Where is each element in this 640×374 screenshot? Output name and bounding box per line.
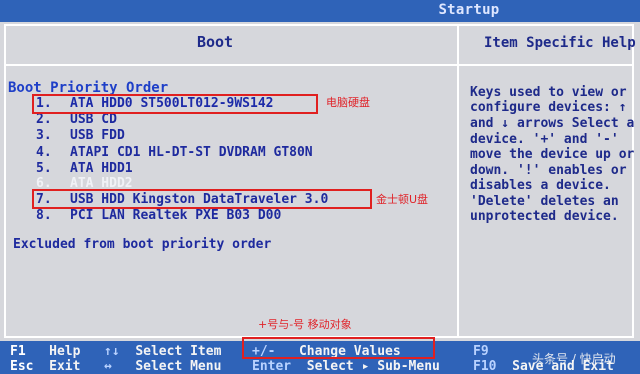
f9-key: F9: [473, 344, 489, 359]
boot-item-label: PCI LAN Realtek PXE B03 D00: [70, 208, 282, 223]
boot-item-number: 5.: [36, 161, 52, 176]
f10-key: F10: [473, 359, 497, 374]
boot-item-label: ATAPI CD1 HL-DT-ST DVDRAM GT80N: [70, 145, 313, 160]
f1-key: F1: [10, 344, 26, 359]
boot-item-number: 8.: [36, 208, 52, 223]
keys-annotation: +号与-号 移动对象: [258, 318, 352, 331]
esc-label: Exit: [49, 359, 81, 374]
esc-exit-hint[interactable]: Esc Exit: [10, 359, 80, 374]
boot-item-4[interactable]: 4. ATAPI CD1 HL-DT-ST DVDRAM GT80N: [36, 145, 313, 160]
help-line: 'Delete' deletes an: [470, 194, 619, 209]
help-line: device. '+' and '-': [470, 132, 619, 147]
boot-item-label: USB FDD: [70, 128, 125, 143]
boot-item-5[interactable]: 5. ATA HDD1: [36, 161, 133, 176]
watermark: 头条号 / 快启动: [532, 352, 616, 366]
hdd-annotation: 电脑硬盘: [326, 96, 370, 109]
help-line: configure devices: ↑: [470, 100, 627, 115]
left-right-arrows-icon: ↔: [104, 359, 112, 374]
column-divider: [457, 26, 459, 337]
usb-annotation: 金士顿U盘: [376, 193, 429, 206]
help-line: and ↓ arrows Select a: [470, 116, 635, 131]
up-down-arrows-icon: ↑↓: [104, 344, 120, 359]
boot-item-8[interactable]: 8. PCI LAN Realtek PXE B03 D00: [36, 208, 281, 223]
boot-item-3[interactable]: 3. USB FDD: [36, 128, 125, 143]
boot-item-number: 3.: [36, 128, 52, 143]
boot-item-2[interactable]: 2. USB CD: [36, 112, 117, 127]
help-line: down. '!' enables or: [470, 163, 627, 178]
boot-item-label: ATA HDD1: [70, 161, 133, 176]
help-line: move the device up or: [470, 147, 635, 162]
enter-key: Enter: [252, 359, 292, 374]
top-menu-bar: Startup: [0, 0, 640, 22]
boot-item-number: 2.: [36, 112, 52, 127]
f1-help-hint[interactable]: F1 Help: [10, 344, 80, 359]
help-panel-title: Item Specific Help: [484, 35, 636, 51]
boot-item-label: USB CD: [70, 112, 117, 127]
excluded-section-title: Excluded from boot priority order: [13, 237, 272, 252]
enter-label: Select ▸ Sub-Menu: [306, 359, 440, 374]
hdd-highlight-box: [32, 94, 318, 114]
select-menu-hint[interactable]: ↔ Select Menu: [104, 359, 221, 374]
help-line: unprotected device.: [470, 209, 619, 224]
tab-startup[interactable]: Startup: [430, 0, 508, 21]
usb-highlight-box: [32, 189, 372, 209]
bios-screen: Startup Boot Item Specific Help Boot Pri…: [0, 0, 640, 374]
help-line: disables a device.: [470, 178, 611, 193]
enter-submenu-hint[interactable]: Enter Select ▸ Sub-Menu: [252, 359, 440, 374]
help-line: Keys used to view or: [470, 85, 627, 100]
select-menu-label: Select Menu: [135, 359, 222, 374]
boot-item-number: 4.: [36, 145, 52, 160]
f1-label: Help: [49, 344, 81, 359]
boot-panel-title: Boot: [196, 33, 234, 51]
esc-key: Esc: [10, 359, 34, 374]
select-item-hint[interactable]: ↑↓ Select Item: [104, 344, 221, 359]
select-item-label: Select Item: [135, 344, 222, 359]
header-divider: [6, 64, 634, 66]
f9-hint[interactable]: F9: [473, 344, 489, 359]
change-values-highlight-box: [242, 337, 435, 359]
